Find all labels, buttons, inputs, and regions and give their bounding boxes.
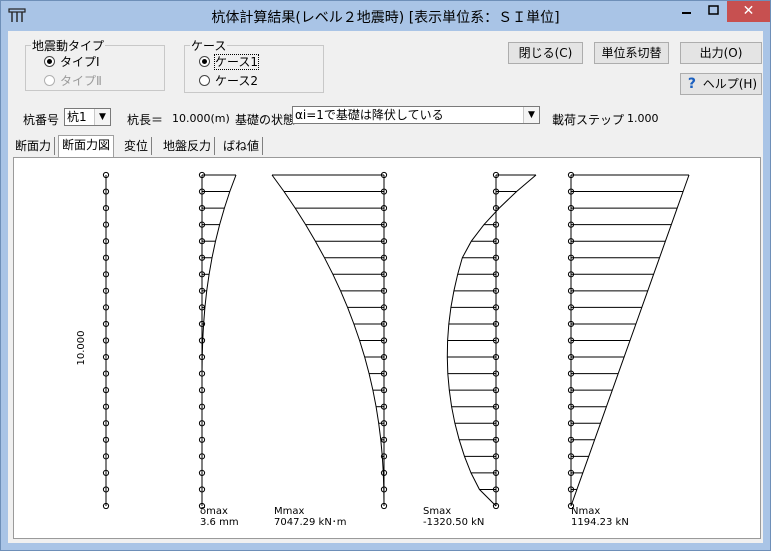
tab-section-force-diagram[interactable]: 断面力図 <box>58 135 115 157</box>
moment-max-label: Mmax <box>274 506 304 517</box>
radio-selected-icon <box>44 56 55 67</box>
case-1-radio[interactable]: ケース1 <box>199 53 260 70</box>
load-step-value: 1.000 <box>627 112 659 125</box>
axial-max-label: Nmax <box>571 506 600 517</box>
tab-spring-value[interactable]: ばね値 <box>220 137 264 155</box>
tab-section-force[interactable]: 断面力 <box>12 137 56 155</box>
radio-empty-icon <box>199 75 210 86</box>
diagram-canvas: 10.000 δmax 3.6 mm Mmax 7047.29 kN･m Sma… <box>13 157 761 539</box>
pile-length-dimension: 10.000 <box>76 331 87 366</box>
quake-type-1-radio[interactable]: タイプⅠ <box>44 53 100 70</box>
shear-max-value: -1320.50 kN <box>423 517 484 528</box>
disp-max-label: δmax <box>200 506 228 517</box>
close-button[interactable]: 閉じる(C) <box>508 42 583 64</box>
pile-length-value: 10.000(m) <box>172 112 230 125</box>
case-2-radio[interactable]: ケース2 <box>199 72 258 89</box>
axial-max-value: 1194.23 kN <box>571 517 629 528</box>
case-legend: ケース <box>190 37 228 54</box>
pile-number-label: 杭番号 <box>23 113 60 127</box>
moment-max-value: 7047.29 kN･m <box>274 517 347 528</box>
pile-length-label: 杭長＝ <box>127 113 164 127</box>
tab-displacement[interactable]: 変位 <box>121 137 153 155</box>
client-area: 地震動タイプ タイプⅠ タイプⅡ ケース ケース1 ケース2 閉じる(C) 単位… <box>8 31 763 543</box>
dropdown-arrow-icon: ▼ <box>523 107 539 123</box>
dropdown-arrow-icon: ▼ <box>94 109 110 125</box>
radio-selected-icon <box>199 56 210 67</box>
question-mark-icon: ? <box>687 76 696 92</box>
pile-number-select[interactable]: 杭1 ▼ <box>64 108 111 126</box>
quake-type-legend: 地震動タイプ <box>31 37 106 54</box>
app-window: 杭体計算結果(レベル２地震時) [表示単位系：ＳＩ単位] ✕ 地震動タイプ タイ… <box>0 0 771 551</box>
minimize-icon[interactable] <box>673 1 700 22</box>
maximize-icon[interactable] <box>700 1 727 22</box>
load-step-label: 載荷ステップ <box>552 113 625 127</box>
close-window-button[interactable]: ✕ <box>727 1 770 22</box>
help-button[interactable]: ? ヘルプ(H) <box>680 73 762 95</box>
section-force-diagram: 10.000 δmax 3.6 mm Mmax 7047.29 kN･m Sma… <box>76 171 690 528</box>
output-button[interactable]: 出力(O) <box>680 42 762 64</box>
foundation-state-select[interactable]: αi=1で基礎は降伏している ▼ <box>292 106 540 124</box>
disp-max-value: 3.6 mm <box>200 517 239 528</box>
unit-switch-button[interactable]: 単位系切替 <box>594 42 669 64</box>
window-title: 杭体計算結果(レベル２地震時) [表示単位系：ＳＩ単位] <box>211 10 560 26</box>
foundation-state-label: 基礎の状態 <box>235 113 296 127</box>
shear-max-label: Smax <box>423 506 451 517</box>
tab-ground-reaction[interactable]: 地盤反力 <box>160 137 216 155</box>
title-bar[interactable]: 杭体計算結果(レベル２地震時) [表示単位系：ＳＩ単位] ✕ <box>1 1 770 31</box>
radio-empty-icon <box>44 75 55 86</box>
quake-type-2-radio[interactable]: タイプⅡ <box>44 72 102 89</box>
